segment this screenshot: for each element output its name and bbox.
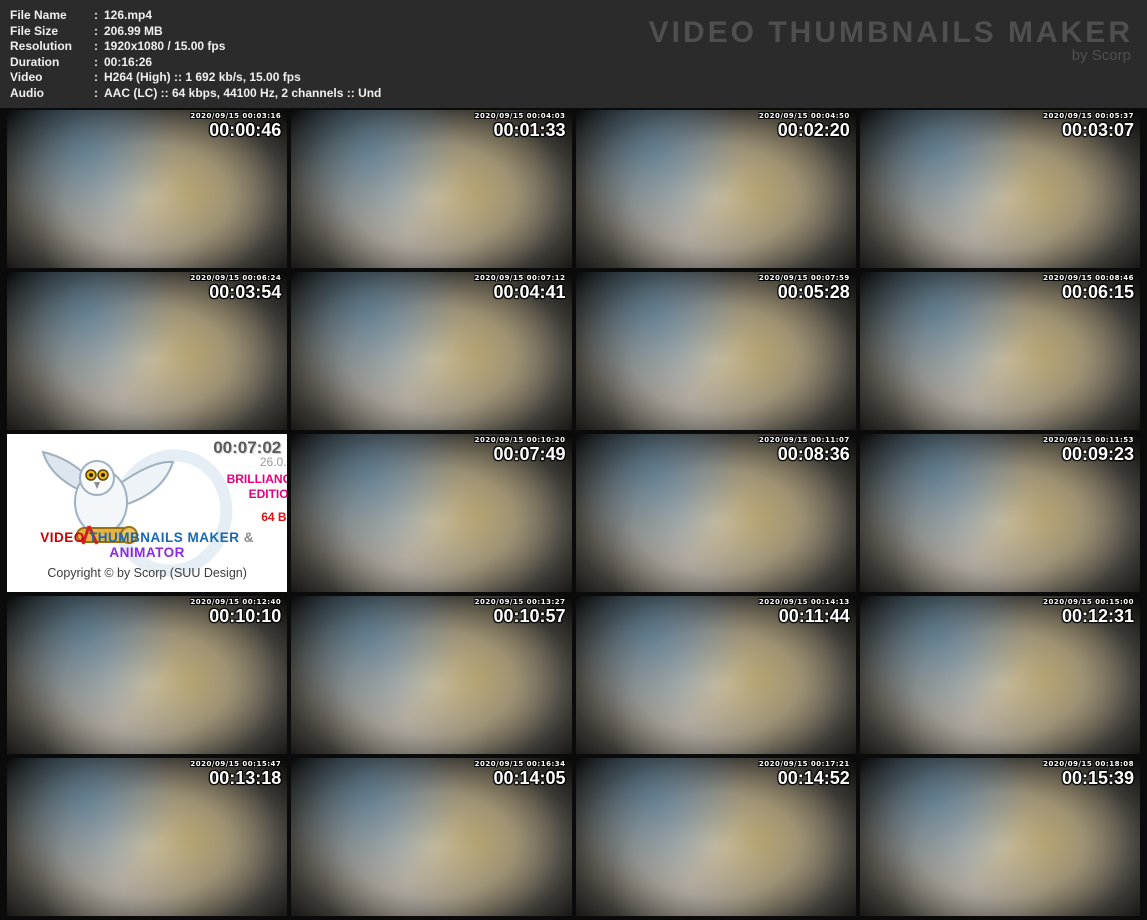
thumbnail-cell: 2020/09/15 00:05:37 00:03:07 (860, 110, 1140, 268)
timestamp-overlay: 00:12:31 (1062, 606, 1134, 627)
timestamp-overlay: 00:01:33 (493, 120, 565, 141)
info-panel: File Name:126.mp4 File Size:206.99 MB Re… (0, 0, 1147, 108)
thumbnail-cell: 2020/09/15 00:16:34 00:14:05 (291, 758, 571, 916)
app-branding: VIDEO THUMBNAILS MAKER by Scorp (649, 16, 1133, 64)
camera-osd-datetime: 2020/09/15 00:07:59 (759, 274, 850, 282)
thumbnail-cell: 2020/09/15 00:12:40 00:10:10 (7, 596, 287, 754)
thumbnail-cell: 2020/09/15 00:03:16 00:00:46 (7, 110, 287, 268)
timestamp-overlay: 00:09:23 (1062, 444, 1134, 465)
thumbnail-cell: 2020/09/15 00:13:27 00:10:57 (291, 596, 571, 754)
thumbnail-cell: 2020/09/15 00:15:47 00:13:18 (7, 758, 287, 916)
bits-label: 64 BIT (261, 510, 287, 524)
product-title-thumbnails: THUMBNAILS MAKER (89, 530, 240, 545)
meta-separator: : (94, 24, 98, 40)
timestamp-overlay: 00:05:28 (778, 282, 850, 303)
thumbnail-cell: 2020/09/15 00:11:07 00:08:36 (576, 434, 856, 592)
camera-osd-datetime: 2020/09/15 00:11:07 (759, 436, 850, 444)
timestamp-overlay: 00:08:36 (778, 444, 850, 465)
timestamp-overlay: 00:02:20 (778, 120, 850, 141)
meta-separator: : (94, 55, 98, 71)
version-label: 26.0.0 (260, 455, 287, 469)
camera-osd-datetime: 2020/09/15 00:03:16 (190, 112, 281, 120)
camera-osd-datetime: 2020/09/15 00:04:03 (475, 112, 566, 120)
meta-separator: : (94, 86, 98, 102)
camera-osd-datetime: 2020/09/15 00:13:27 (475, 598, 566, 606)
meta-value: 1920x1080 / 15.00 fps (104, 39, 225, 55)
thumbnail-cell: 2020/09/15 00:08:46 00:06:15 (860, 272, 1140, 430)
thumbnail-cell: 2020/09/15 00:04:03 00:01:33 (291, 110, 571, 268)
meta-value: 206.99 MB (104, 24, 163, 40)
camera-osd-datetime: 2020/09/15 00:18:08 (1043, 760, 1134, 768)
product-title-animator: ANIMATOR (109, 545, 185, 560)
timestamp-overlay: 00:04:41 (493, 282, 565, 303)
camera-osd-datetime: 2020/09/15 00:11:53 (1043, 436, 1134, 444)
product-title-amp: & (244, 530, 254, 545)
meta-value: H264 (High) :: 1 692 kb/s, 15.00 fps (104, 70, 301, 86)
timestamp-overlay: 00:06:15 (1062, 282, 1134, 303)
camera-osd-datetime: 2020/09/15 00:10:20 (475, 436, 566, 444)
thumbnail-cell: 2020/09/15 00:11:53 00:09:23 (860, 434, 1140, 592)
thumbnail-cell: 2020/09/15 00:14:13 00:11:44 (576, 596, 856, 754)
meta-label: File Name (10, 8, 94, 24)
thumbnail-cell: 2020/09/15 00:04:50 00:02:20 (576, 110, 856, 268)
camera-osd-datetime: 2020/09/15 00:15:00 (1043, 598, 1134, 606)
timestamp-overlay: 00:10:57 (493, 606, 565, 627)
meta-separator: : (94, 39, 98, 55)
camera-osd-datetime: 2020/09/15 00:04:50 (759, 112, 850, 120)
timestamp-overlay: 00:03:07 (1062, 120, 1134, 141)
timestamp-overlay: 00:11:44 (779, 606, 850, 627)
timestamp-overlay: 00:13:18 (209, 768, 281, 789)
thumbnail-cell: 2020/09/15 00:15:00 00:12:31 (860, 596, 1140, 754)
thumbnail-cell: 2020/09/15 00:07:12 00:04:41 (291, 272, 571, 430)
meta-label: Resolution (10, 39, 94, 55)
meta-value: 00:16:26 (104, 55, 152, 71)
meta-row-audio: Audio: AAC (LC) :: 64 kbps, 44100 Hz, 2 c… (10, 86, 1147, 102)
meta-label: File Size (10, 24, 94, 40)
meta-label: Video (10, 70, 94, 86)
camera-osd-datetime: 2020/09/15 00:12:40 (190, 598, 281, 606)
camera-osd-datetime: 2020/09/15 00:05:37 (1043, 112, 1134, 120)
meta-value: AAC (LC) :: 64 kbps, 44100 Hz, 2 channel… (104, 86, 381, 102)
camera-osd-datetime: 2020/09/15 00:17:21 (759, 760, 850, 768)
timestamp-overlay: 00:10:10 (209, 606, 281, 627)
timestamp-overlay: 00:14:05 (493, 768, 565, 789)
meta-separator: : (94, 8, 98, 24)
camera-osd-datetime: 2020/09/15 00:14:13 (759, 598, 850, 606)
edition-label: EDITION (249, 487, 288, 501)
meta-row-video: Video: H264 (High) :: 1 692 kb/s, 15.00 f… (10, 70, 1147, 86)
copyright-line: Copyright © by Scorp (SUU Design) (7, 566, 287, 580)
timestamp-overlay: 00:14:52 (778, 768, 850, 789)
meta-label: Duration (10, 55, 94, 71)
camera-osd-datetime: 2020/09/15 00:07:12 (475, 274, 566, 282)
logo-card: 00:07:02 26.0.0 BRILLIANCE EDITION 64 BI… (7, 434, 287, 592)
thumbnail-cell: 2020/09/15 00:10:20 00:07:49 (291, 434, 571, 592)
thumbnail-cell: 2020/09/15 00:07:59 00:05:28 (576, 272, 856, 430)
meta-separator: : (94, 70, 98, 86)
timestamp-overlay: 00:00:46 (209, 120, 281, 141)
product-title-video: VIDEO (40, 530, 85, 545)
app-title: VIDEO THUMBNAILS MAKER (649, 16, 1133, 50)
thumbnail-cell: 2020/09/15 00:18:08 00:15:39 (860, 758, 1140, 916)
camera-osd-datetime: 2020/09/15 00:15:47 (190, 760, 281, 768)
thumbnail-cell: 2020/09/15 00:06:24 00:03:54 (7, 272, 287, 430)
camera-osd-datetime: 2020/09/15 00:08:46 (1043, 274, 1134, 282)
timestamp-overlay: 00:07:49 (493, 444, 565, 465)
camera-osd-datetime: 2020/09/15 00:06:24 (190, 274, 281, 282)
camera-osd-datetime: 2020/09/15 00:16:34 (475, 760, 566, 768)
thumbnail-grid: 2020/09/15 00:03:16 00:00:46 2020/09/15 … (0, 108, 1147, 920)
edition-label: BRILLIANCE (227, 472, 288, 486)
product-title: VIDEO THUMBNAILS MAKER & ANIMATOR (7, 530, 287, 560)
timestamp-overlay: 00:15:39 (1062, 768, 1134, 789)
timestamp-overlay: 00:03:54 (209, 282, 281, 303)
meta-label: Audio (10, 86, 94, 102)
meta-value: 126.mp4 (104, 8, 152, 24)
thumbnail-cell: 2020/09/15 00:17:21 00:14:52 (576, 758, 856, 916)
